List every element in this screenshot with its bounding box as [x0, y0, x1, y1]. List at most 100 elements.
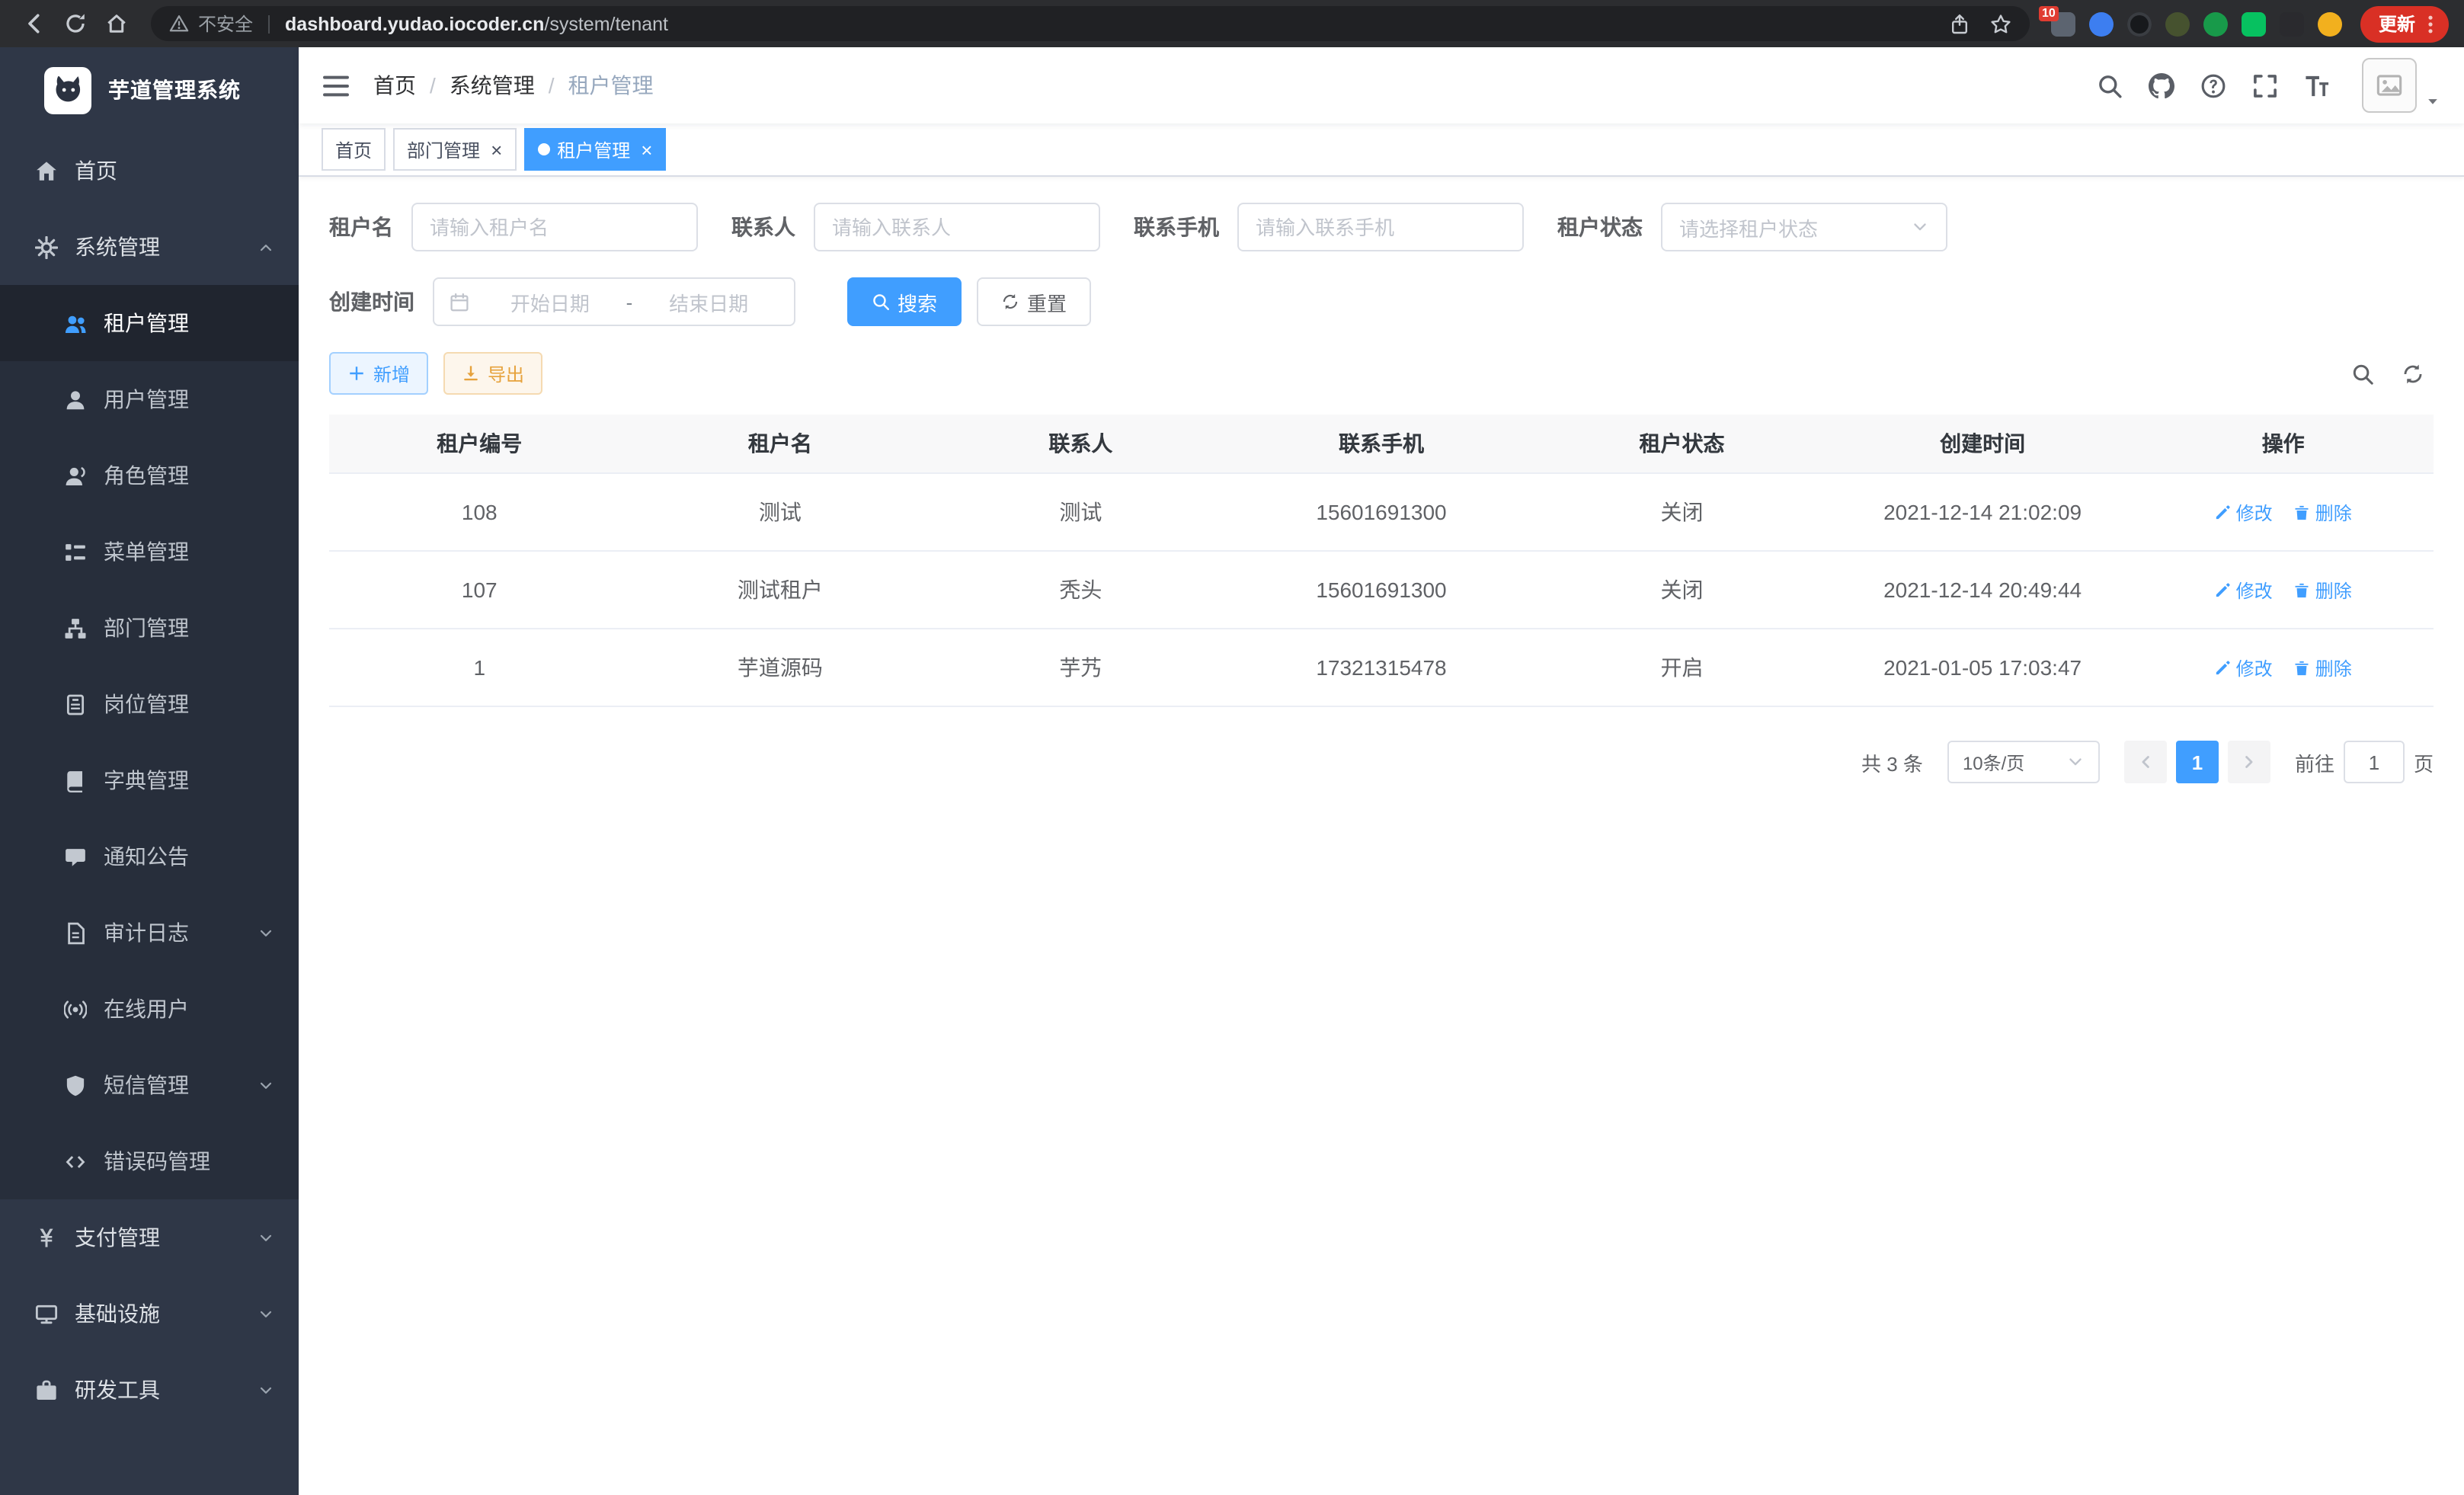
- search-icon[interactable]: [2097, 72, 2123, 98]
- update-label: 更新: [2379, 11, 2415, 37]
- refresh-table-icon[interactable]: [2402, 362, 2424, 385]
- tab-label: 首页: [335, 136, 372, 162]
- delete-button[interactable]: 删除: [2294, 577, 2352, 603]
- home-button[interactable]: [98, 5, 136, 43]
- sidebar-item-9[interactable]: 通知公告: [0, 818, 299, 895]
- sidebar-item-15[interactable]: 基础设施: [0, 1276, 299, 1352]
- sidebar-item-label: 系统管理: [75, 232, 160, 262]
- column-header-1: 租户名: [630, 415, 931, 473]
- update-button[interactable]: 更新: [2360, 5, 2449, 42]
- next-page-button[interactable]: [2228, 741, 2270, 783]
- tab-2[interactable]: 租户管理×: [523, 128, 666, 171]
- toolbar-right: [2351, 362, 2434, 385]
- export-button[interactable]: 导出: [443, 352, 542, 395]
- edit-button[interactable]: 修改: [2215, 655, 2273, 680]
- star-icon: [1991, 13, 2012, 34]
- cell-status: 关闭: [1531, 551, 1832, 629]
- extension-icon-8[interactable]: [2318, 11, 2342, 36]
- export-button-label: 导出: [488, 360, 524, 386]
- security-warning-icon: [169, 14, 189, 34]
- search-button-icon: [872, 293, 890, 311]
- search-button[interactable]: 搜索: [847, 277, 962, 326]
- edit-button[interactable]: 修改: [2215, 499, 2273, 525]
- extension-icon-6[interactable]: [2242, 11, 2266, 36]
- sidebar-item-6[interactable]: 部门管理: [0, 590, 299, 666]
- help-icon[interactable]: [2200, 72, 2226, 98]
- extension-icon-5[interactable]: [2203, 11, 2228, 36]
- sidebar-item-4[interactable]: 角色管理: [0, 437, 299, 514]
- table-row-1: 107测试租户秃头15601691300关闭2021-12-14 20:49:4…: [329, 551, 2434, 629]
- chevron-down-icon: [1911, 218, 1929, 236]
- fullscreen-icon[interactable]: [2252, 72, 2278, 98]
- page-size-select[interactable]: 10条/页: [1947, 741, 2100, 783]
- sidebar-item-1[interactable]: 系统管理: [0, 209, 299, 285]
- tenant-status-select[interactable]: 请选择租户状态: [1661, 203, 1947, 251]
- sidebar-item-7[interactable]: 岗位管理: [0, 666, 299, 742]
- tab-1[interactable]: 部门管理×: [393, 128, 516, 171]
- extension-icon-1[interactable]: 10: [2051, 11, 2075, 36]
- column-header-2: 联系人: [930, 415, 1231, 473]
- filter-field-phone: 联系手机: [1134, 203, 1524, 251]
- sidebar-item-label: 用户管理: [104, 384, 189, 415]
- share-button[interactable]: [1941, 5, 1979, 43]
- sidebar-item-13[interactable]: 错误码管理: [0, 1123, 299, 1199]
- breadcrumb-item-1[interactable]: 系统管理: [450, 70, 535, 101]
- create-time-range-picker[interactable]: 开始日期 - 结束日期: [433, 277, 795, 326]
- sidebar-item-14[interactable]: 支付管理: [0, 1199, 299, 1276]
- sidebar-item-11[interactable]: 在线用户: [0, 971, 299, 1047]
- page-size-value: 10条/页: [1963, 749, 2024, 775]
- user-avatar[interactable]: [2362, 58, 2441, 113]
- sidebar-item-16[interactable]: 研发工具: [0, 1352, 299, 1428]
- cell-contact: 芋艿: [930, 629, 1231, 706]
- contact-input[interactable]: [814, 203, 1100, 251]
- hamburger-icon[interactable]: [322, 71, 350, 100]
- close-icon[interactable]: ×: [491, 139, 502, 159]
- extension-icon-3[interactable]: [2127, 11, 2152, 36]
- reset-button[interactable]: 重置: [977, 277, 1091, 326]
- tenant-name-input[interactable]: [411, 203, 698, 251]
- sidebar-item-3[interactable]: 用户管理: [0, 361, 299, 437]
- edit-button[interactable]: 修改: [2215, 577, 2273, 603]
- github-icon[interactable]: [2149, 72, 2174, 98]
- sidebar-item-5[interactable]: 菜单管理: [0, 514, 299, 590]
- sidebar-item-label: 字典管理: [104, 765, 189, 796]
- cell-tenant-id: 107: [329, 551, 630, 629]
- phone-input[interactable]: [1237, 203, 1524, 251]
- extension-icon-4[interactable]: [2165, 11, 2190, 36]
- add-button[interactable]: 新增: [329, 352, 428, 395]
- tenant-status-label: 租户状态: [1557, 212, 1643, 242]
- url-bar[interactable]: 不安全 dashboard.yudao.iocoder.cn/system/te…: [151, 6, 2030, 41]
- cell-tenant-name: 测试: [630, 473, 931, 551]
- breadcrumb-item-0[interactable]: 首页: [373, 70, 416, 101]
- delete-button[interactable]: 删除: [2294, 655, 2352, 680]
- delete-button[interactable]: 删除: [2294, 499, 2352, 525]
- page-unit: 页: [2414, 748, 2434, 776]
- tab-0[interactable]: 首页: [322, 128, 386, 171]
- close-icon[interactable]: ×: [641, 139, 652, 159]
- cell-tenant-name: 测试租户: [630, 551, 931, 629]
- back-icon[interactable]: [15, 5, 53, 43]
- navbar-actions: [2097, 58, 2441, 113]
- sidebar-item-8[interactable]: 字典管理: [0, 742, 299, 818]
- font-size-icon[interactable]: [2304, 72, 2330, 98]
- prev-page-button[interactable]: [2124, 741, 2167, 783]
- sidebar-item-2[interactable]: 租户管理: [0, 285, 299, 361]
- sidebar-item-0[interactable]: 首页: [0, 133, 299, 209]
- sidebar-item-12[interactable]: 短信管理: [0, 1047, 299, 1123]
- logo[interactable]: 芋道管理系统: [0, 47, 299, 133]
- table-header-row: 租户编号租户名联系人联系手机租户状态创建时间操作: [329, 415, 2434, 473]
- sidebar-item-10[interactable]: 审计日志: [0, 895, 299, 971]
- sidebar-item-label: 租户管理: [104, 308, 189, 338]
- sms-icon: [64, 1074, 87, 1096]
- toggle-search-icon[interactable]: [2351, 362, 2374, 385]
- page-number-1[interactable]: 1: [2176, 741, 2219, 783]
- extension-icon-7[interactable]: [2280, 11, 2304, 36]
- filter-row-1: 租户名联系人联系手机租户状态请选择租户状态: [329, 203, 2434, 251]
- bookmark-button[interactable]: [1982, 5, 2021, 43]
- column-header-5: 创建时间: [1832, 415, 2133, 473]
- reload-button[interactable]: [56, 5, 94, 43]
- goto-page-input[interactable]: [2344, 741, 2405, 783]
- extension-icon-2[interactable]: [2089, 11, 2114, 36]
- kebab-menu-icon[interactable]: [2420, 13, 2441, 34]
- table-row-2: 1芋道源码芋艿17321315478开启2021-01-05 17:03:47修…: [329, 629, 2434, 706]
